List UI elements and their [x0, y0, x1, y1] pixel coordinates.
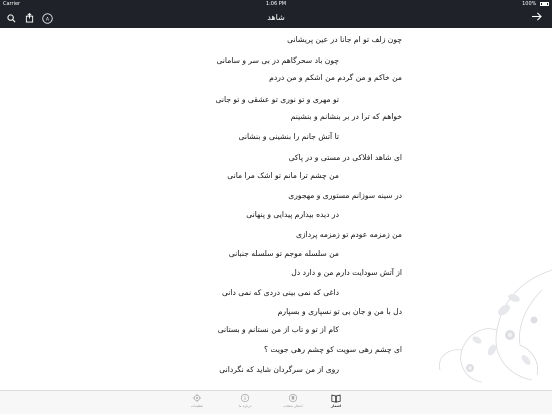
battery-icon	[540, 1, 549, 6]
navigation-bar: A شاهد	[0, 8, 552, 28]
tab-poems-label: اشعار	[331, 404, 341, 408]
poem-line-8: من چشم ترا مانم تو اشک مرا مانی	[227, 171, 339, 180]
poem-line-7: ای شاهد افلاکی در مستی و در پاکی	[288, 153, 402, 162]
poem-line-16: کام از تو و تاب از من نستانم و بستانی	[217, 325, 339, 334]
tab-selected-poems-label: اشعار منتخب	[283, 404, 303, 408]
poem-line-1: چون زلف تو ام جانا در عین پریشانی	[287, 35, 402, 44]
poem-line-12: من سلسله موجم تو سلسله جنبانی	[228, 249, 339, 258]
settings-icon	[192, 393, 202, 403]
poem-line-5: خواهم که ترا در بر بنشانم و بنشینم	[290, 112, 402, 121]
tab-about-label: درباره ما	[238, 404, 252, 408]
poem-line-10: در دیده بیدارم پیدایی و پنهانی	[246, 210, 339, 219]
info-icon	[240, 393, 250, 403]
tab-settings[interactable]: تنظیمات	[177, 393, 217, 413]
poem-line-14: داغی که نمی بینی دردی که نمی دانی	[221, 288, 339, 297]
clock-label: 1:06 PM	[265, 1, 287, 7]
bookmark-icon	[288, 393, 298, 403]
poem-line-18: روی از من سرگردان شاید که نگردانی	[219, 365, 339, 374]
poem-line-6: تا آتش جانم را بنشینی و بنشانی	[238, 132, 339, 141]
poem-line-4: تو مهری و تو نوری تو عشقی و تو جانی	[215, 95, 339, 104]
back-arrow-icon[interactable]	[529, 11, 543, 25]
poem-line-17: ای چشم رهی سویت کو چشم رهی جویت ؟	[263, 345, 402, 354]
page-title: شاهد	[267, 13, 285, 22]
poem-line-3: من خاکم و من گردم من اشکم و من دردم	[269, 73, 402, 82]
tab-bar: اشعار اشعار منتخب درباره ما تنظیمات	[0, 390, 552, 414]
battery-percent: 100%	[522, 1, 537, 7]
status-bar: Carrier 1:06 PM 100%	[0, 0, 552, 8]
tab-about[interactable]: درباره ما	[225, 393, 265, 413]
tab-selected-poems[interactable]: اشعار منتخب	[273, 393, 313, 413]
floral-ornament-icon	[439, 269, 552, 383]
poem-line-13: از آتش سودایت دارم من و دارد دل	[291, 268, 402, 277]
tab-settings-label: تنظیمات	[190, 404, 204, 408]
book-icon	[331, 394, 341, 403]
poem-line-15: دل با من و جان بی تو نسپاری و بسپارم	[277, 307, 402, 316]
poem-line-2: چون باد سحرگاهم در بی سر و سامانی	[216, 56, 339, 65]
poem-line-9: در سینه سوزانم مستوری و مهجوری	[288, 191, 402, 200]
poem-line-11: من زمزمه عودم تو زمزمه پردازی	[295, 230, 402, 239]
tab-poems[interactable]: اشعار	[316, 393, 356, 413]
battery-indicator: 100%	[522, 0, 549, 8]
